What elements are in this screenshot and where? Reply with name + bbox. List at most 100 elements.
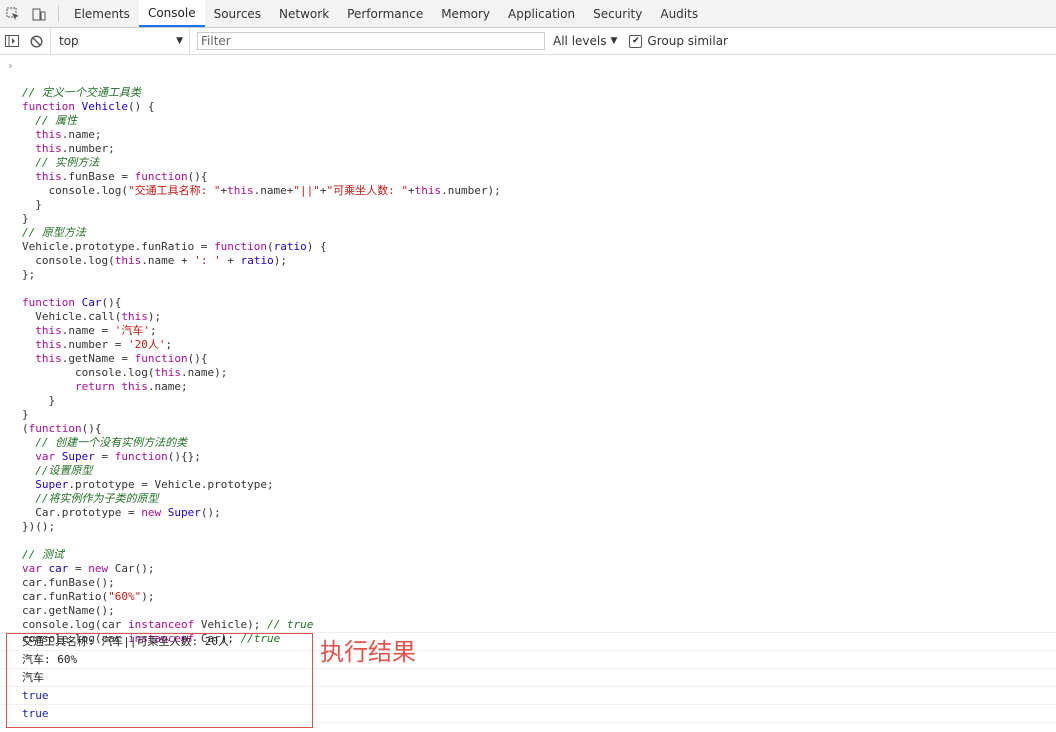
code-token: car.getName();: [22, 604, 115, 617]
code-line: // 创建一个没有实例方法的类: [22, 436, 1056, 450]
code-token: Vehicle);: [194, 618, 268, 631]
code-token: ) {: [306, 240, 327, 253]
code-token: Super: [167, 506, 201, 519]
code-token: .name);: [180, 366, 228, 379]
log-levels-dropdown[interactable]: All levels ▼: [553, 34, 617, 48]
code-token: "60%": [108, 590, 142, 603]
code-line: console.log("交通工具名称: "+this.name+"||"+"可…: [22, 184, 1056, 198]
devtools-tabbar: Elements Console Sources Network Performance…: [0, 0, 1056, 28]
code-token: this: [35, 170, 62, 183]
code-line: car.funBase();: [22, 576, 1056, 590]
code-token: car.funBase();: [22, 576, 115, 589]
code-line: console.log(this.name + ': ' + ratio);: [22, 254, 1056, 268]
code-token: Car();: [114, 562, 155, 575]
clear-console-icon[interactable]: [24, 28, 48, 54]
code-token: .name +: [141, 254, 195, 267]
code-token: Super: [35, 478, 69, 491]
code-token: function: [134, 170, 188, 183]
code-line: var Super = function(){};: [22, 450, 1056, 464]
code-token: Super: [61, 450, 95, 463]
dropdown-arrow-icon: ▼: [176, 36, 183, 46]
tab-elements[interactable]: Elements: [65, 0, 139, 27]
code-token: .funBase =: [61, 170, 135, 183]
tab-performance[interactable]: Performance: [338, 0, 432, 27]
inspect-element-icon[interactable]: [0, 0, 26, 27]
filter-input[interactable]: [197, 32, 545, 50]
code-token: "||": [293, 184, 320, 197]
code-line: function Vehicle() {: [22, 100, 1056, 114]
context-selector[interactable]: top ▼: [50, 28, 190, 54]
code-token: var: [35, 450, 62, 463]
code-line: Car.prototype = new Super();: [22, 506, 1056, 520]
code-line: Vehicle.prototype.funRatio = function(ra…: [22, 240, 1056, 254]
code-token: this: [414, 184, 442, 197]
code-token: this: [35, 128, 62, 141]
code-token: return: [74, 380, 122, 393]
code-token: (: [267, 240, 274, 253]
code-token: function: [214, 240, 268, 253]
tab-security[interactable]: Security: [584, 0, 651, 27]
code-line: this.number = '20人';: [22, 338, 1056, 352]
code-line: function Car(){: [22, 296, 1056, 310]
chevron-right-icon: ›: [7, 59, 14, 72]
code-token: (){: [101, 296, 122, 309]
code-token: ratio: [273, 240, 307, 253]
code-token: .name+: [253, 184, 294, 197]
code-token: this: [227, 184, 254, 197]
code-line: // 实例方法: [22, 156, 1056, 170]
dropdown-arrow-icon: ▼: [610, 36, 618, 46]
code-token: }: [22, 394, 56, 407]
console-input-code[interactable]: › // 定义一个交通工具类 function Vehicle() { // 属性…: [0, 55, 1056, 645]
code-token: (){: [187, 170, 208, 183]
code-token: .number;: [61, 142, 115, 155]
code-token: Vehicle.prototype.funRatio =: [22, 240, 215, 253]
code-line: return this.name;: [22, 380, 1056, 394]
code-line: this.getName = function(){: [22, 352, 1056, 366]
tab-sources[interactable]: Sources: [205, 0, 270, 27]
code-token: // true: [267, 618, 314, 631]
code-token: ratio: [240, 254, 274, 267]
code-line: this.number;: [22, 142, 1056, 156]
code-token: // 定义一个交通工具类: [22, 86, 141, 99]
code-token: // 属性: [35, 114, 78, 127]
code-token: this: [114, 254, 142, 267]
tab-application[interactable]: Application: [499, 0, 584, 27]
tab-audits[interactable]: Audits: [651, 0, 707, 27]
code-token: (){};: [167, 450, 201, 463]
tab-memory[interactable]: Memory: [432, 0, 499, 27]
code-token: this: [35, 324, 62, 337]
code-token: '汽车': [114, 324, 150, 337]
result-highlight-box: [6, 633, 313, 728]
code-token: function: [114, 450, 168, 463]
show-sidebar-icon[interactable]: [0, 28, 24, 54]
levels-label: All levels: [553, 34, 607, 48]
code-line: }: [22, 198, 1056, 212]
code-token: })();: [22, 520, 56, 533]
code-token: instanceof: [127, 618, 195, 631]
code-line: // 属性: [22, 114, 1056, 128]
code-line: console.log(this.name);: [22, 366, 1056, 380]
code-line: Super.prototype = Vehicle.prototype;: [22, 478, 1056, 492]
code-token: this: [35, 142, 62, 155]
group-similar-label: Group similar: [647, 34, 728, 48]
code-token: .name =: [61, 324, 115, 337]
tab-network[interactable]: Network: [270, 0, 338, 27]
code-token: );: [147, 310, 162, 323]
device-toolbar-icon[interactable]: [26, 0, 52, 27]
code-token: "交通工具名称: ": [127, 184, 221, 197]
code-line: //设置原型: [22, 464, 1056, 478]
group-similar-toggle[interactable]: ✔ Group similar: [629, 34, 728, 48]
group-similar-checkbox[interactable]: ✔: [629, 34, 643, 48]
tab-console[interactable]: Console: [138, 0, 205, 27]
code-token: "可乘坐人数: ": [326, 184, 408, 197]
tabbar-divider: [58, 5, 59, 22]
code-line: var car = new Car();: [22, 562, 1056, 576]
code-token: function: [22, 296, 82, 309]
code-token: (){: [81, 422, 102, 435]
code-token: Vehicle.call(: [22, 310, 122, 323]
